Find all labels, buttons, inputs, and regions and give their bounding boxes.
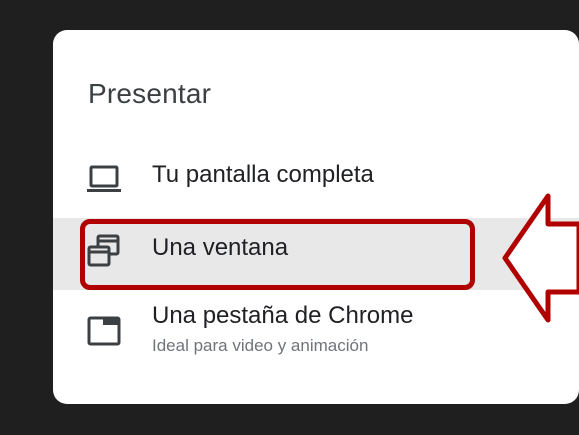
- option-label: Tu pantalla completa: [152, 161, 374, 188]
- option-window[interactable]: Una ventana: [53, 218, 579, 290]
- option-label: Una ventana: [152, 234, 289, 261]
- window-icon: [87, 234, 120, 267]
- option-label: Una pestaña de Chrome: [152, 302, 414, 329]
- option-chrome-tab[interactable]: Una pestaña de Chrome Ideal para video y…: [53, 292, 579, 380]
- laptop-icon: [87, 165, 121, 192]
- menu-title: Presentar: [88, 78, 212, 109]
- present-menu: Presentar Tu pantalla completa Una venta…: [53, 30, 579, 404]
- option-sublabel: Ideal para video y animación: [152, 336, 369, 355]
- tab-icon: [87, 316, 121, 346]
- option-full-screen[interactable]: Tu pantalla completa: [53, 145, 579, 217]
